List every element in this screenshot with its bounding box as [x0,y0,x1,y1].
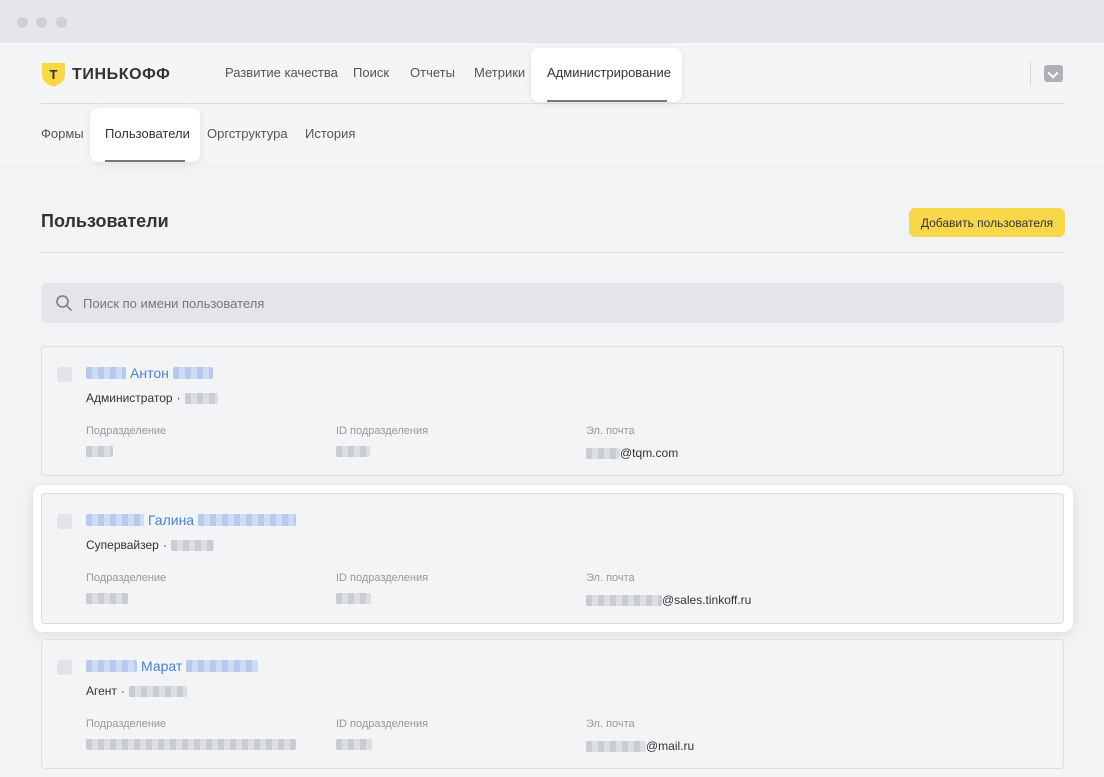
redacted-last-name [86,660,137,672]
user-name[interactable]: Марат [86,658,259,674]
user-role: Агент [86,684,117,698]
department-value [86,446,113,457]
redacted-last-name [86,514,144,526]
department-id-label: ID подразделения [336,718,429,730]
page-title: Пользователи [41,211,169,231]
user-card[interactable]: Антон Администратор · Подразделение ID п… [41,346,1064,476]
search-icon [56,295,72,311]
separator-dot: · [176,391,181,405]
nav-item-search[interactable]: Поиск [353,65,389,80]
app-header: Т ТИНЬКОФФ Развитие качества Поиск Отчет… [0,43,1104,163]
department-value [86,593,128,604]
nav-item-quality[interactable]: Развитие качества [225,65,338,80]
email-domain: @tqm.com [620,446,679,460]
redacted-middle-name [198,514,297,526]
subnav-item-users[interactable]: Пользователи [90,108,200,162]
brand-logo[interactable]: Т ТИНЬКОФФ [41,62,170,87]
user-checkbox[interactable] [57,367,72,382]
nav-item-administration-label: Администрирование [547,65,671,80]
nav-item-metrics[interactable]: Метрики [474,65,525,80]
subnav-item-history[interactable]: История [305,126,355,141]
email-label: Эл. почта [586,425,635,437]
department-label: Подразделение [86,718,167,730]
user-first-name: Галина [148,512,195,528]
redacted-middle-name [186,660,259,672]
redacted-login [184,392,218,404]
tinkoff-shield-icon: Т [42,63,65,87]
subnav-item-users-label: Пользователи [105,126,190,141]
email-label: Эл. почта [586,572,635,584]
email-value: @tqm.com [586,446,678,460]
subnav-item-forms[interactable]: Формы [41,126,84,141]
email-value: @sales.tinkoff.ru [586,593,751,607]
user-name[interactable]: Антон [86,365,213,381]
brand-name: ТИНЬКОФФ [72,65,171,83]
department-value [86,739,296,750]
user-card[interactable]: Марат Агент · Подразделение ID подраздел… [41,639,1064,769]
email-value: @mail.ru [586,739,694,753]
user-role: Администратор [86,391,173,405]
subnav-item-orgstructure[interactable]: Оргструктура [207,126,288,141]
user-search[interactable] [41,283,1064,323]
redacted-login [170,539,214,551]
department-id-value [336,446,370,457]
department-label: Подразделение [86,425,167,437]
user-checkbox[interactable] [57,660,72,675]
user-name[interactable]: Галина [86,512,297,528]
department-id-label: ID подразделения [336,572,429,584]
add-user-button[interactable]: Добавить пользователя [909,208,1065,237]
user-card-inner: Галина Супервайзер · Подразделение ID по… [41,493,1064,624]
user-card-highlighted[interactable]: Галина Супервайзер · Подразделение ID по… [33,485,1073,632]
redacted-middle-name [172,367,213,379]
email-domain: @sales.tinkoff.ru [662,593,752,607]
active-tab-indicator [547,100,667,102]
user-role-line: Супервайзер · [86,538,214,552]
nav-item-administration[interactable]: Администрирование [531,48,682,102]
user-first-name: Антон [130,365,169,381]
active-subtab-indicator [105,160,185,162]
separator-dot: · [162,538,167,552]
window-maximize-dot[interactable] [56,17,67,28]
search-input[interactable] [83,283,1043,323]
user-checkbox[interactable] [57,514,72,529]
user-first-name: Марат [141,658,183,674]
user-role-line: Администратор · [86,391,218,405]
department-label: Подразделение [86,572,167,584]
window-titlebar [0,0,1104,43]
nav-item-reports[interactable]: Отчеты [410,65,455,80]
separator-dot: · [120,684,125,698]
window-minimize-dot[interactable] [36,17,47,28]
title-divider [41,252,1064,253]
user-role-line: Агент · [86,684,187,698]
window-close-dot[interactable] [17,17,28,28]
department-id-label: ID подразделения [336,425,429,437]
redacted-last-name [86,367,126,379]
department-id-value [336,739,372,750]
email-label: Эл. почта [586,718,635,730]
header-divider-line [41,103,1064,104]
email-domain: @mail.ru [646,739,695,753]
department-id-value [336,593,371,604]
logo-letter: Т [50,67,58,82]
user-menu-chevron-icon[interactable] [1044,65,1063,82]
user-role: Супервайзер [86,538,159,552]
header-divider [1030,61,1031,85]
redacted-login [128,685,187,697]
